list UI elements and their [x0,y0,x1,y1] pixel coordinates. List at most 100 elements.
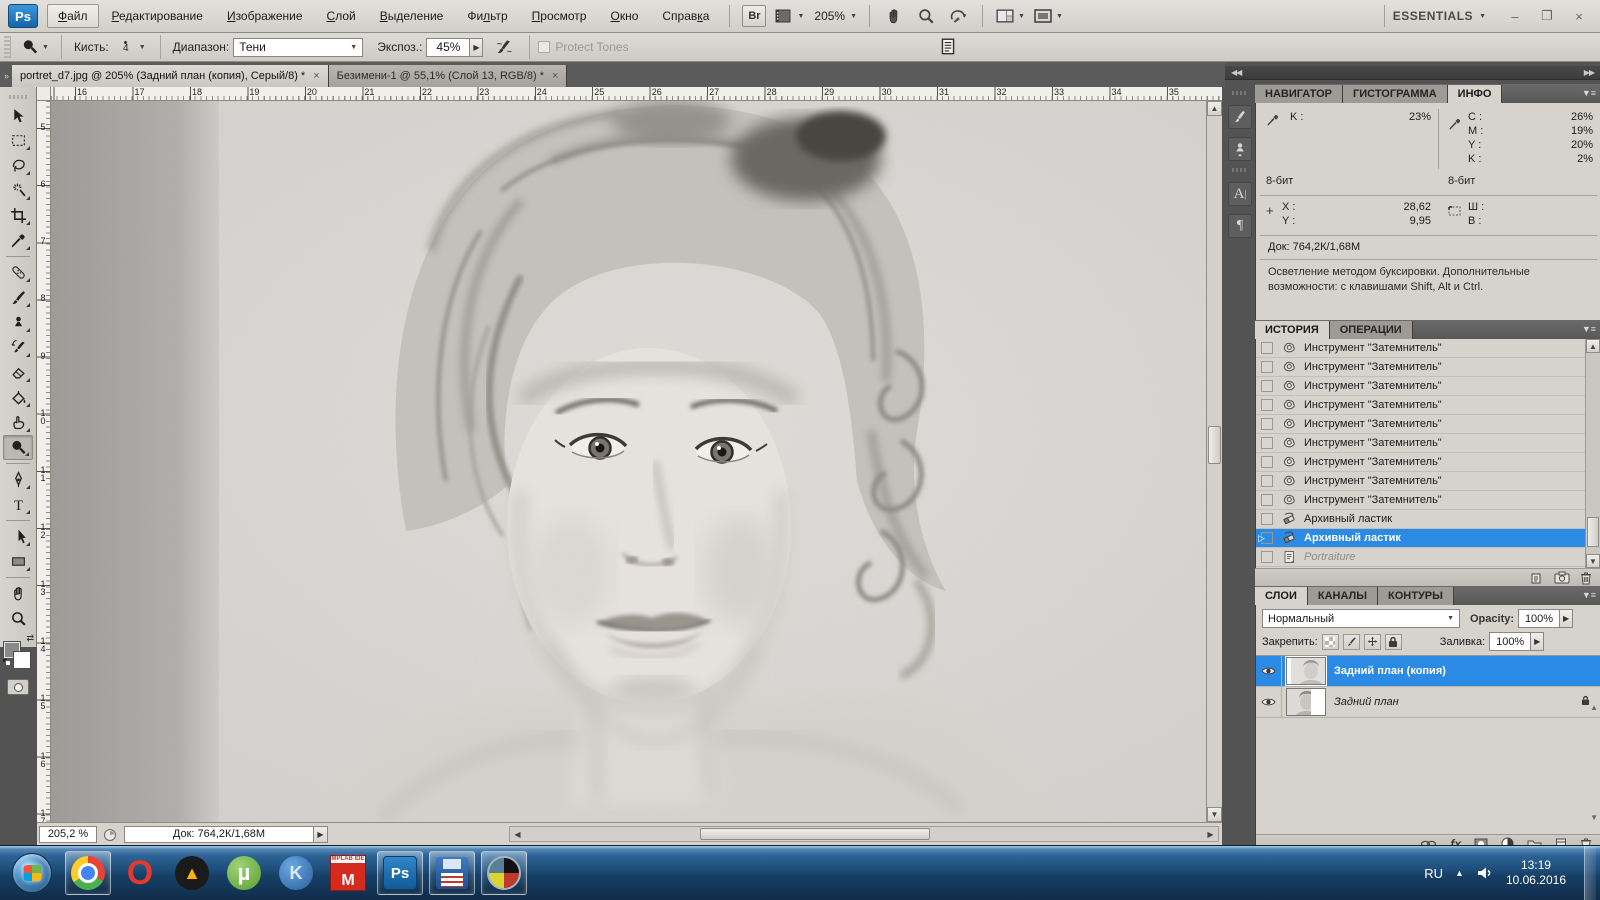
new-document-from-state-icon[interactable] [1530,571,1544,585]
history-snapshot-checkbox[interactable] [1261,418,1273,430]
document-canvas[interactable] [51,101,1206,822]
bridge-button[interactable]: Br [742,5,766,27]
taskbar-mplab[interactable]: MPLAB IDEM [325,851,371,895]
zoom-percent-field[interactable]: 205,2 % [39,826,97,843]
mini-bridge-button[interactable]: ▼ [774,5,804,27]
info-tab-ИНФО[interactable]: ИНФО [1448,85,1503,103]
layer-visibility-toggle[interactable] [1256,656,1282,687]
history-state[interactable]: Инструмент "Затемнитель" [1256,358,1600,377]
history-state[interactable]: Инструмент "Затемнитель" [1256,434,1600,453]
vertical-ruler[interactable]: 567891011121314151617 [37,101,51,822]
layer-visibility-toggle[interactable] [1256,687,1282,718]
range-select[interactable]: Тени ▼ [233,38,363,57]
taskbar-photoshop[interactable]: Ps [377,851,423,895]
close-button[interactable]: × [1566,6,1592,26]
history-source-marker[interactable]: ▷ [1258,533,1265,544]
history-tab-ОПЕРАЦИИ[interactable]: ОПЕРАЦИИ [1330,321,1413,339]
drag-grip[interactable] [1232,168,1248,172]
panel-menu-icon[interactable]: ▼≡ [1582,324,1596,334]
airbrush-toggle[interactable] [493,36,517,58]
hand-tool[interactable] [3,581,33,606]
taskbar-chrome[interactable] [65,851,111,895]
history-scrollbar[interactable]: ▲ ▼ [1585,339,1600,568]
delete-icon[interactable] [1580,571,1592,585]
menu-Просмотр[interactable]: Просмотр [521,4,598,28]
brush-preset-picker[interactable]: 4 [113,36,139,58]
scroll-down-arrow[interactable]: ▼ [1586,554,1600,568]
zoom-level-control[interactable]: 205% ▼ [812,5,857,27]
menu-Фильтр[interactable]: Фильтр [456,4,518,28]
move-tool[interactable] [3,103,33,128]
history-snapshot-checkbox[interactable] [1261,551,1273,563]
document-tab[interactable]: Безимени-1 @ 55,1% (Слой 13, RGB/8) *× [329,65,568,87]
zoom-tool[interactable] [3,606,33,631]
layers-tab-СЛОИ[interactable]: СЛОИ [1255,587,1308,605]
history-state[interactable]: Инструмент "Затемнитель" [1256,472,1600,491]
restore-button[interactable]: ❐ [1534,6,1560,26]
layer-thumbnail[interactable] [1286,657,1326,685]
tray-expand-icon[interactable]: ▲ [1455,868,1464,878]
swap-colors-icon[interactable]: ⇄ [26,633,34,644]
clock[interactable]: 13:19 10.06.2016 [1506,858,1572,888]
menu-Окно[interactable]: Окно [599,4,649,28]
history-snapshot-checkbox[interactable] [1261,437,1273,449]
taskbar-utorrent[interactable]: µ [221,851,267,895]
menu-Выделение[interactable]: Выделение [369,4,455,28]
exposure-slider-button[interactable]: ▶ [470,38,483,57]
rotate-view-button[interactable] [946,5,970,27]
bit-depth-right[interactable]: 8-бит [1448,175,1475,187]
history-state[interactable]: Архивный ластик [1256,510,1600,529]
info-tab-ГИСТОГРАММА[interactable]: ГИСТОГРАММА [1343,85,1448,103]
scroll-down-arrow[interactable]: ▼ [1590,813,1598,822]
menu-Изображение[interactable]: Изображение [216,4,314,28]
drag-grip[interactable] [1232,91,1248,95]
character-panel-icon[interactable]: A| [1228,182,1252,206]
scroll-thumb[interactable] [1587,517,1599,547]
start-button[interactable] [12,853,52,893]
crop-tool[interactable] [3,203,33,228]
scroll-up-arrow[interactable]: ▲ [1207,101,1222,116]
status-options-arrow[interactable]: ▶ [314,826,328,843]
history-snapshot-checkbox[interactable] [1261,399,1273,411]
zoom-tool-button[interactable] [914,5,938,27]
menu-Файл[interactable]: Файл [47,4,99,28]
layers-tab-КАНАЛЫ[interactable]: КАНАЛЫ [1308,587,1378,605]
protect-tones-control[interactable]: Protect Tones [538,40,628,54]
healing-brush-tool[interactable] [3,260,33,285]
taskbar-opera[interactable]: O [117,851,163,895]
show-desktop-button[interactable] [1584,846,1596,900]
scroll-down-arrow[interactable]: ▼ [1207,807,1222,822]
vertical-scroll-thumb[interactable] [1208,426,1221,464]
collapse-left-icon[interactable]: ◀◀ [1231,68,1241,77]
taskbar-colorwheel[interactable] [481,851,527,895]
layer-row[interactable]: Задний план [1256,687,1600,718]
horizontal-ruler[interactable]: 1617181920212223242526272829303132333435 [51,87,1222,101]
quick-mask-button[interactable] [7,679,29,695]
dodge-tool[interactable] [3,435,33,460]
protect-tones-checkbox[interactable] [538,41,550,53]
history-state[interactable]: Portraiture [1256,548,1600,567]
zoom-level-value[interactable]: 205% [812,9,847,23]
shape-tool[interactable] [3,549,33,574]
opacity-field[interactable]: 100% [1518,609,1560,628]
drag-grip[interactable] [4,36,11,58]
scroll-right-arrow[interactable]: ▶ [1204,828,1217,840]
panel-menu-icon[interactable]: ▼≡ [1582,88,1596,98]
history-state[interactable]: Инструмент "Затемнитель" [1256,339,1600,358]
clone-stamp-tool[interactable] [3,310,33,335]
brush-panel-icon[interactable] [1228,105,1252,129]
menu-Справка[interactable]: Справка [651,4,720,28]
history-snapshot-checkbox[interactable] [1261,494,1273,506]
type-tool[interactable]: T [3,492,33,517]
collapse-right-icon[interactable]: ▶▶ [1584,68,1594,77]
clone-source-panel-icon[interactable] [1228,137,1252,161]
ruler-corner[interactable] [37,87,51,101]
paint-bucket-tool[interactable] [3,385,33,410]
vertical-scrollbar[interactable]: ▲ ▼ [1206,101,1222,822]
history-state[interactable]: Инструмент "Затемнитель" [1256,396,1600,415]
workspace-switcher[interactable]: ESSENTIALS [1393,9,1473,23]
history-brush-tool[interactable] [3,335,33,360]
toggle-panel-button[interactable] [939,37,957,57]
eraser-tool[interactable] [3,360,33,385]
layer-row[interactable]: Задний план (копия) [1256,656,1600,687]
